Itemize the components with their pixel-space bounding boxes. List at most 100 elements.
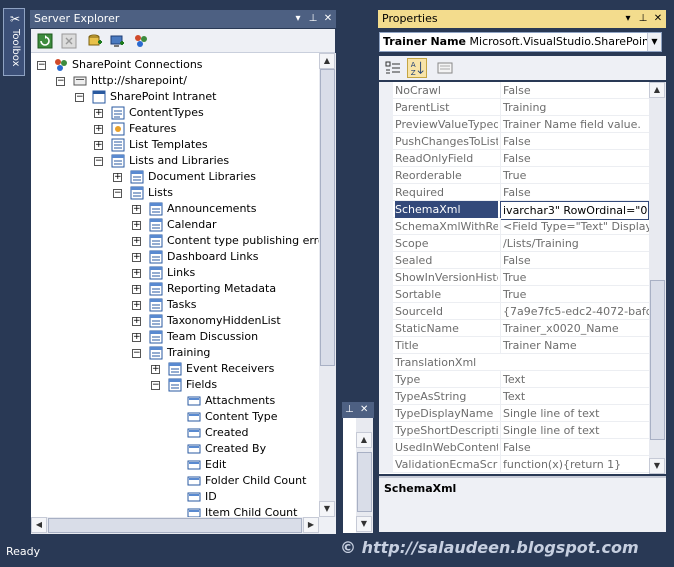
panel-vscrollbar[interactable]: ▲ ▼	[356, 418, 373, 533]
property-value[interactable]: False	[500, 439, 649, 456]
tree-item[interactable]: + Reporting Metadata	[31, 281, 319, 297]
collapse-icon[interactable]: −	[56, 77, 65, 86]
chevron-down-icon[interactable]: ▼	[647, 33, 661, 51]
property-value[interactable]: Single line of text	[500, 422, 649, 439]
property-value[interactable]: function(x){return 1}	[500, 456, 649, 473]
property-value[interactable]: True	[500, 286, 649, 303]
object-selector-dropdown[interactable]: Trainer Name Microsoft.VisualStudio.Shar…	[379, 32, 662, 52]
property-row[interactable]: ParentList Training	[379, 99, 649, 116]
property-row[interactable]: TypeShortDescriptionSingle line of text	[379, 422, 649, 439]
expand-icon[interactable]: +	[94, 141, 103, 150]
tree-item[interactable]: + List Templates	[31, 137, 319, 153]
property-value[interactable]: False	[500, 184, 649, 201]
scroll-left-icon[interactable]: ◀	[31, 517, 47, 533]
server-explorer-hscrollbar[interactable]: ◀ ▶	[31, 517, 319, 534]
close-icon[interactable]: ✕	[652, 10, 664, 28]
property-row[interactable]: SourceId {7a9e7fc5-edc2-4072-bafd-87	[379, 303, 649, 320]
collapse-icon[interactable]: −	[75, 93, 84, 102]
expand-icon[interactable]: +	[132, 237, 141, 246]
tree-item[interactable]: − Training	[31, 345, 319, 361]
expand-icon[interactable]: +	[132, 269, 141, 278]
pin-icon[interactable]: ⊥	[307, 10, 319, 28]
tree-item[interactable]: − Fields	[31, 377, 319, 393]
window-position-dropdown-icon[interactable]: ▾	[292, 10, 304, 28]
property-value[interactable]: <Field Type="Text" DisplayNa	[500, 218, 649, 235]
pin-icon[interactable]: ⊥	[637, 10, 649, 28]
tree-item[interactable]: + Event Receivers	[31, 361, 319, 377]
tree-item[interactable]: + Dashboard Links	[31, 249, 319, 265]
tree-item[interactable]: Edit	[31, 457, 319, 473]
tree-item[interactable]: + ContentTypes	[31, 105, 319, 121]
property-row[interactable]: UsedInWebContentT False	[379, 439, 649, 456]
window-position-dropdown-icon[interactable]: ▾	[622, 10, 634, 28]
property-row[interactable]: ValidationEcmaScriptfunction(x){return 1…	[379, 456, 649, 473]
property-row[interactable]: NoCrawl False	[379, 82, 649, 99]
tree-item[interactable]: + Document Libraries	[31, 169, 319, 185]
scroll-down-icon[interactable]: ▼	[319, 501, 335, 517]
expand-icon[interactable]: +	[132, 301, 141, 310]
tree-item[interactable]: + Announcements	[31, 201, 319, 217]
expand-icon[interactable]: +	[113, 173, 122, 182]
connect-server-icon[interactable]	[109, 33, 125, 49]
property-row[interactable]: Sealed False	[379, 252, 649, 269]
property-pages-icon[interactable]	[437, 60, 453, 76]
property-value[interactable]: Training	[500, 99, 649, 116]
expand-icon[interactable]: +	[132, 253, 141, 262]
tree-item[interactable]: + Team Discussion	[31, 329, 319, 345]
property-value[interactable]: True	[500, 269, 649, 286]
property-value[interactable]: Trainer_x0020_Name	[500, 320, 649, 337]
tree-item[interactable]: + Content type publishing error	[31, 233, 329, 249]
expand-icon[interactable]: +	[94, 109, 103, 118]
pin-icon[interactable]: ⊥	[345, 402, 354, 418]
connect-database-icon[interactable]	[87, 33, 103, 49]
tree-item[interactable]: + Features	[31, 121, 319, 137]
property-row[interactable]: Scope/Lists/Training	[379, 235, 649, 252]
scroll-down-icon[interactable]: ▼	[649, 458, 665, 474]
property-value[interactable]: Text	[500, 388, 649, 405]
property-row[interactable]: TranslationXml	[379, 354, 649, 371]
property-row[interactable]: TypeAsString Text	[379, 388, 649, 405]
scroll-down-icon[interactable]: ▼	[356, 516, 372, 532]
scroll-up-icon[interactable]: ▲	[356, 432, 372, 448]
stop-refresh-icon[interactable]	[61, 33, 77, 49]
close-icon[interactable]: ✕	[322, 10, 334, 28]
property-row[interactable]: SchemaXmlWithResou<Field Type="Text" Dis…	[379, 218, 649, 235]
property-value[interactable]: {7a9e7fc5-edc2-4072-bafd-87	[500, 303, 649, 320]
tree-item[interactable]: − Lists	[31, 185, 319, 201]
expand-icon[interactable]: +	[132, 333, 141, 342]
property-row[interactable]: Reorderable True	[379, 167, 649, 184]
collapse-icon[interactable]: −	[113, 189, 122, 198]
expand-icon[interactable]: +	[94, 125, 103, 134]
tree-item[interactable]: − Lists and Libraries	[31, 153, 319, 169]
tree-item[interactable]: − http://sharepoint/	[31, 73, 319, 89]
toolbox-tab[interactable]: ✂ Toolbox	[3, 8, 25, 76]
tree-item[interactable]: Attachments	[31, 393, 319, 409]
property-row[interactable]: SchemaXmlivarchar3" RowOrdinal="0" />	[379, 201, 649, 220]
categorized-icon[interactable]	[385, 60, 401, 76]
collapse-icon[interactable]: −	[37, 61, 46, 70]
property-value[interactable]: /Lists/Training	[500, 235, 649, 252]
property-row[interactable]: PushChangesToLists False	[379, 133, 649, 150]
tree-item[interactable]: Item Child Count	[31, 505, 319, 517]
property-value[interactable]: False	[500, 82, 649, 99]
property-value[interactable]: Single line of text	[500, 405, 649, 422]
tree-item[interactable]: ID	[31, 489, 319, 505]
tree-item[interactable]: + Links	[31, 265, 319, 281]
property-row[interactable]: TypeDisplayName Single line of text	[379, 405, 649, 422]
property-row[interactable]: PreviewValueTyped Trainer Name field valu…	[379, 116, 649, 133]
scroll-thumb[interactable]	[650, 280, 665, 440]
property-grid-vscrollbar[interactable]: ▲ ▼	[649, 82, 666, 474]
tree-item[interactable]: + Tasks	[31, 297, 319, 313]
scroll-right-icon[interactable]: ▶	[303, 517, 319, 533]
collapse-icon[interactable]: −	[94, 157, 103, 166]
property-row[interactable]: Required False	[379, 184, 649, 201]
expand-icon[interactable]: +	[132, 317, 141, 326]
property-row[interactable]: ReadOnlyField False	[379, 150, 649, 167]
property-value[interactable]: False	[500, 252, 649, 269]
expand-icon[interactable]: +	[132, 221, 141, 230]
refresh-icon[interactable]	[37, 33, 53, 49]
collapse-icon[interactable]: −	[151, 381, 160, 390]
collapse-icon[interactable]: −	[132, 349, 141, 358]
tree-item[interactable]: − SharePoint Intranet	[31, 89, 319, 105]
tree-item[interactable]: Folder Child Count	[31, 473, 319, 489]
